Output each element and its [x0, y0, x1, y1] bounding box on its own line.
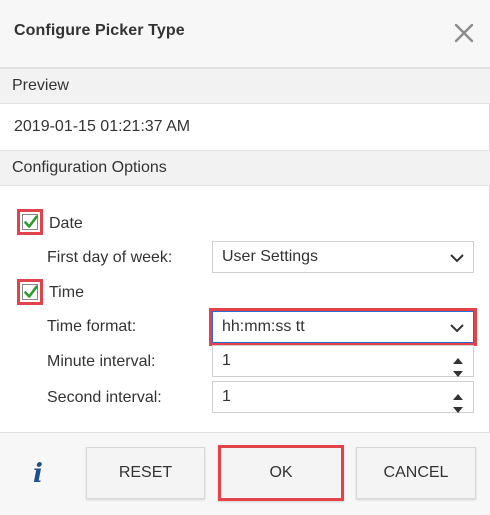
spin-down-icon[interactable] [452, 401, 464, 419]
preview-section-header: Preview [0, 68, 490, 104]
first-day-of-week-value: User Settings [222, 248, 319, 265]
minute-interval-spinner[interactable]: 1 [212, 345, 474, 377]
close-icon[interactable] [451, 20, 477, 46]
time-format-value: hh:mm:ss tt [222, 318, 305, 335]
first-day-of-week-label: First day of week: [47, 249, 173, 266]
checkmark-icon [24, 285, 38, 298]
ok-button[interactable]: OK [218, 445, 344, 501]
info-icon[interactable]: i [33, 459, 43, 489]
time-checkbox[interactable] [22, 284, 38, 300]
minute-interval-label: Minute interval: [47, 353, 156, 370]
time-checkbox-highlight [17, 279, 43, 305]
second-interval-value: 1 [222, 388, 231, 405]
second-interval-spinner[interactable]: 1 [212, 381, 474, 413]
preview-header-label: Preview [12, 77, 69, 94]
config-options-label: Configuration Options [12, 159, 167, 176]
time-format-select[interactable]: hh:mm:ss tt [212, 311, 474, 343]
dialog-titlebar: Configure Picker Type [0, 0, 490, 68]
date-checkbox[interactable] [22, 214, 38, 230]
dialog-title: Configure Picker Type [14, 22, 185, 39]
date-checkbox-highlight [17, 209, 43, 235]
preview-value: 2019-01-15 01:21:37 AM [14, 118, 191, 135]
second-interval-label: Second interval: [47, 389, 162, 406]
checkmark-icon [24, 215, 38, 228]
date-checkbox-label[interactable]: Date [49, 215, 83, 233]
minute-interval-value: 1 [222, 352, 231, 369]
time-format-label: Time format: [47, 318, 137, 335]
time-checkbox-label[interactable]: Time [49, 284, 84, 302]
configure-picker-dialog: Configure Picker Type Preview 2019-01-15… [0, 0, 490, 515]
chevron-down-icon [449, 321, 465, 339]
cancel-button[interactable]: CANCEL [356, 447, 476, 499]
chevron-down-icon [449, 251, 465, 269]
config-options-header: Configuration Options [0, 150, 490, 186]
first-day-of-week-select[interactable]: User Settings [212, 241, 474, 273]
reset-button[interactable]: RESET [86, 447, 205, 499]
